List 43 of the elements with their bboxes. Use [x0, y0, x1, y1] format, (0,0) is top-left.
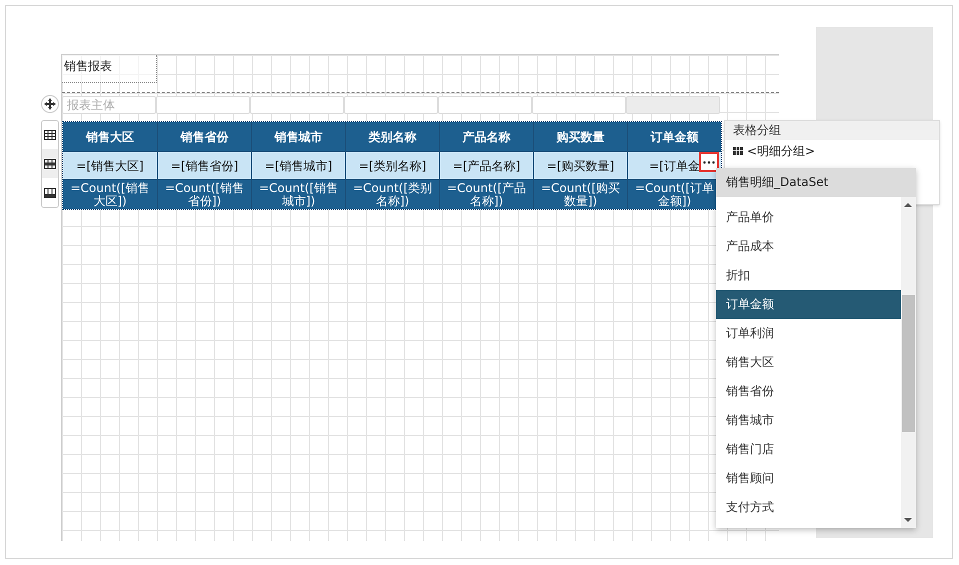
table-row-icon[interactable] — [42, 149, 58, 178]
header-cell[interactable]: 销售大区 — [63, 122, 157, 151]
panel-title: 表格分组 — [725, 121, 939, 140]
field-cell[interactable]: =[销售省份] — [157, 152, 251, 179]
header-cell[interactable]: 类别名称 — [345, 122, 439, 151]
scroll-down-icon[interactable] — [904, 518, 912, 522]
field-option[interactable]: 产品成本 — [716, 232, 901, 261]
field-option[interactable]: 订单利润 — [716, 319, 901, 348]
body-label: 报表主体 — [62, 96, 156, 114]
header-cell[interactable]: 销售省份 — [157, 122, 251, 151]
report-title[interactable]: 销售报表 — [62, 55, 157, 83]
field-option[interactable]: 销售省份 — [716, 377, 901, 406]
field-option[interactable]: 支付方式 — [716, 493, 901, 522]
scrollbar[interactable] — [901, 197, 916, 528]
scroll-up-icon[interactable] — [904, 203, 912, 207]
total-cell[interactable]: =Count([购买数量]) — [533, 180, 627, 209]
ellipsis-icon — [703, 160, 715, 164]
field-option[interactable]: 销售大区 — [716, 348, 901, 377]
total-cell[interactable]: =Count([销售大区]) — [63, 180, 157, 209]
header-cell[interactable]: 销售城市 — [251, 122, 345, 151]
header-cell[interactable]: 购买数量 — [533, 122, 627, 151]
header-cell[interactable]: 产品名称 — [439, 122, 533, 151]
dataset-header[interactable]: 销售明细_DataSet — [716, 168, 916, 197]
total-cell[interactable]: =Count([产品名称]) — [439, 180, 533, 209]
scrollbar-thumb[interactable] — [902, 295, 915, 432]
total-cell[interactable]: =Count([销售省份]) — [157, 180, 251, 209]
field-cell[interactable]: =[产品名称] — [439, 152, 533, 179]
field-cell[interactable]: =[销售城市] — [251, 152, 345, 179]
field-option[interactable]: 销售城市 — [716, 406, 901, 435]
field-cell[interactable]: =[购买数量] — [533, 152, 627, 179]
field-option[interactable]: 销售门店 — [716, 435, 901, 464]
group-icon — [733, 147, 743, 155]
field-option[interactable]: 折扣 — [716, 261, 901, 290]
field-cell[interactable]: =[销售大区] — [63, 152, 157, 179]
field-option[interactable]: 订单金额 — [716, 290, 901, 319]
field-option[interactable]: 销售顾问 — [716, 464, 901, 493]
field-cell[interactable]: =[类别名称] — [345, 152, 439, 179]
total-cell[interactable]: =Count([销售城市]) — [251, 180, 345, 209]
group-item[interactable]: <明细分组> — [747, 142, 816, 160]
move-handle-icon[interactable] — [41, 95, 59, 113]
total-cell[interactable]: =Count([类别名称]) — [345, 180, 439, 209]
ellipsis-button[interactable] — [699, 152, 719, 172]
header-cell[interactable]: 订单金额 — [627, 122, 721, 151]
